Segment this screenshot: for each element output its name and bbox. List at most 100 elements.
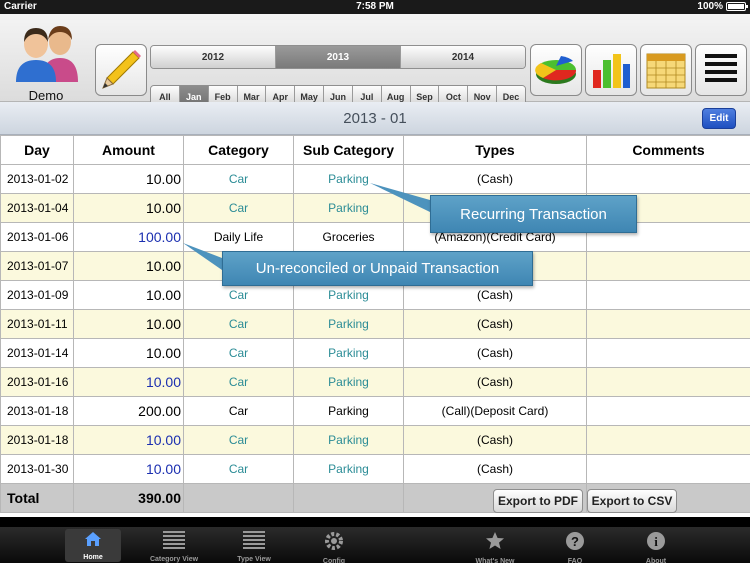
tab-about[interactable]: i About [628, 529, 684, 563]
table-row[interactable]: 2013-01-18 200.00 Car Parking (Call)(Deposit… [0, 396, 750, 426]
list-view-button[interactable] [695, 44, 747, 96]
header-comments[interactable]: Comments [586, 135, 750, 165]
tab-config[interactable]: Config [306, 529, 362, 563]
pie-chart-button[interactable] [530, 44, 582, 96]
table-header-row: Day Amount Category Sub Category Types C… [0, 135, 750, 165]
type-list-icon [243, 529, 265, 554]
types-cell: (Cash) [403, 309, 587, 339]
profile-avatar[interactable] [12, 20, 82, 82]
table-row[interactable]: 2013-01-16 10.00 Car Parking (Cash) [0, 367, 750, 397]
pencil-icon [102, 50, 141, 89]
types-cell: (Call)(Deposit Card) [403, 396, 587, 426]
amount-cell: 200.00 [73, 396, 184, 426]
unreconciled-transaction-callout: Un-reconciled or Unpaid Transaction [222, 251, 533, 286]
battery-indicator: 100% [697, 1, 748, 12]
info-icon: i [646, 529, 666, 556]
total-empty-cell [293, 483, 404, 513]
sub-category-cell: Parking [293, 367, 404, 397]
sub-category-cell: Parking [293, 338, 404, 368]
list-icon [705, 54, 737, 82]
tab-what-s-new[interactable]: What's New [467, 529, 523, 563]
battery-fill [728, 4, 744, 9]
header-day[interactable]: Day [0, 135, 74, 165]
question-icon: ? [565, 529, 585, 556]
profile-name: Demo [28, 88, 64, 103]
category-cell: Car [183, 367, 294, 397]
top-toolbar: Demo 2012 2013 2014 All Jan Feb Mar Apr May Jun J… [0, 14, 750, 109]
types-cell: (Cash) [403, 367, 587, 397]
comments-cell [586, 280, 750, 310]
sub-category-cell: Parking [293, 309, 404, 339]
sub-category-cell: Parking [293, 425, 404, 455]
day-cell: 2013-01-18 [0, 396, 74, 426]
bar-chart-button[interactable] [585, 44, 637, 96]
sub-category-cell: Parking [293, 193, 404, 223]
amount-cell: 10.00 [73, 164, 184, 194]
amount-cell: 100.00 [73, 222, 184, 252]
year-segment-2014[interactable]: 2014 [401, 46, 525, 68]
table-row[interactable]: 2013-01-06 100.00 Daily Life Groceries (Amaz… [0, 222, 750, 252]
star-icon [485, 529, 505, 556]
table-row[interactable]: 2013-01-14 10.00 Car Parking (Cash) [0, 338, 750, 368]
tab-type-view[interactable]: Type View [226, 529, 282, 563]
period-title-bar: 2013 - 01 Edit [0, 102, 750, 135]
tab-category-view[interactable]: Category View [146, 529, 202, 563]
category-cell: Car [183, 396, 294, 426]
day-cell: 2013-01-18 [0, 425, 74, 455]
transactions-table: Day Amount Category Sub Category Types C… [0, 135, 750, 517]
tab-faq[interactable]: ? FAQ [547, 529, 603, 563]
year-segment-2013[interactable]: 2013 [276, 46, 401, 68]
year-segment-2012[interactable]: 2012 [151, 46, 276, 68]
header-sub-category[interactable]: Sub Category [293, 135, 404, 165]
table-row[interactable]: 2013-01-02 10.00 Car Parking (Cash) [0, 164, 750, 194]
tab-label: Category View [149, 556, 199, 563]
types-cell: (Cash) [403, 454, 587, 484]
amount-cell: 10.00 [73, 454, 184, 484]
sub-category-cell: Parking [293, 454, 404, 484]
table-row[interactable]: 2013-01-30 10.00 Car Parking (Cash) [0, 454, 750, 484]
header-types[interactable]: Types [403, 135, 587, 165]
gear-icon [324, 529, 344, 556]
svg-text:i: i [654, 534, 658, 549]
total-label: Total [0, 483, 74, 513]
export-pdf-button[interactable]: Export to PDF [493, 489, 583, 513]
calendar-button[interactable] [640, 44, 692, 96]
tab-label: Home [83, 554, 103, 561]
edit-button[interactable]: Edit [702, 108, 736, 129]
header-amount[interactable]: Amount [73, 135, 184, 165]
pie-chart-icon [535, 56, 577, 84]
edit-pencil-button[interactable] [95, 44, 147, 96]
day-cell: 2013-01-02 [0, 164, 74, 194]
types-cell: (Cash) [403, 425, 587, 455]
category-list-icon [163, 529, 185, 554]
sub-category-cell: Parking [293, 164, 404, 194]
comments-cell [586, 425, 750, 455]
header-category[interactable]: Category [183, 135, 294, 165]
types-cell: (Cash) [403, 164, 587, 194]
tab-home[interactable]: Home [65, 529, 121, 562]
day-cell: 2013-01-09 [0, 280, 74, 310]
day-cell: 2013-01-04 [0, 193, 74, 223]
day-cell: 2013-01-07 [0, 251, 74, 281]
svg-text:?: ? [571, 534, 579, 549]
sub-category-cell: Parking [293, 396, 404, 426]
amount-cell: 10.00 [73, 251, 184, 281]
year-selector: 2012 2013 2014 [150, 45, 526, 69]
comments-cell [586, 309, 750, 339]
sub-category-cell: Groceries [293, 222, 404, 252]
types-cell: (Cash) [403, 338, 587, 368]
table-row[interactable]: 2013-01-11 10.00 Car Parking (Cash) [0, 309, 750, 339]
comments-cell [586, 367, 750, 397]
tab-label: Type View [237, 556, 271, 563]
table-row[interactable]: 2013-01-18 10.00 Car Parking (Cash) [0, 425, 750, 455]
comments-cell [586, 338, 750, 368]
category-cell: Car [183, 193, 294, 223]
home-icon [84, 529, 102, 552]
comments-cell [586, 396, 750, 426]
export-csv-button[interactable]: Export to CSV [587, 489, 677, 513]
battery-percent: 100% [697, 1, 723, 12]
table-row[interactable]: 2013-01-04 10.00 Car Parking [0, 193, 750, 223]
category-cell: Car [183, 454, 294, 484]
day-cell: 2013-01-11 [0, 309, 74, 339]
tab-label: Config [322, 558, 346, 563]
